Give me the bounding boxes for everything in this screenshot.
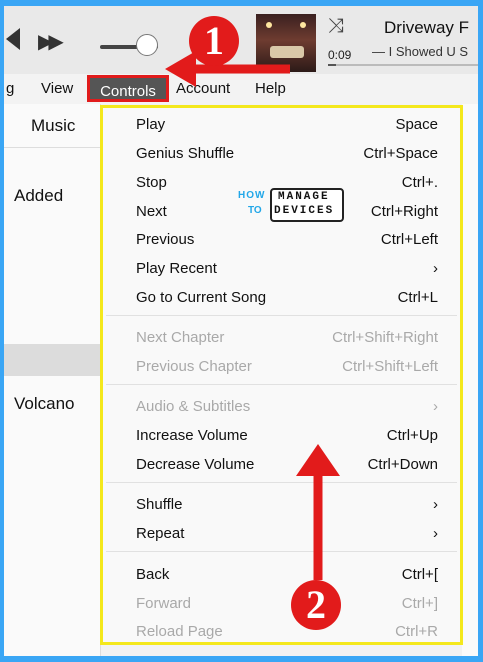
submenu-chevron-icon: › (433, 525, 438, 542)
menu-item-shortcut: Ctrl+Left (380, 231, 438, 248)
menu-item-shuffle[interactable]: Shuffle › (136, 491, 438, 519)
menu-item-increase-volume[interactable]: Increase Volume Ctrl+Up (136, 422, 438, 450)
menu-item-label: Reload Page (136, 623, 223, 640)
menu-item-label: Previous Chapter (136, 358, 252, 375)
fast-forward-icon[interactable]: ▶▶ (38, 32, 64, 52)
step-badge: 1 (189, 16, 239, 66)
menu-item-shortcut: Ctrl+[ (401, 566, 438, 583)
divider (4, 147, 100, 148)
menu-item-shortcut: Ctrl+Space (363, 145, 438, 162)
menu-item-label: Decrease Volume (136, 456, 255, 473)
menu-item-shortcut: Ctrl+Up (386, 427, 438, 444)
menu-item-label: Repeat (136, 525, 185, 542)
controls-dropdown-menu: Play Space Genius Shuffle Ctrl+Space Sto… (100, 105, 463, 645)
song-progress-bar[interactable] (328, 64, 478, 66)
album-art[interactable] (256, 14, 316, 72)
menu-separator (106, 315, 457, 316)
menu-item-audio-subtitles[interactable]: Audio & Subtitles › (136, 393, 438, 421)
menu-separator (106, 551, 457, 552)
menu-help[interactable]: Help (255, 80, 286, 97)
menu-item-genius-shuffle[interactable]: Genius Shuffle Ctrl+Space (136, 140, 438, 168)
menu-item-shortcut: Ctrl+. (401, 174, 438, 191)
library-item[interactable]: Volcano (14, 394, 75, 414)
menu-view[interactable]: View (41, 80, 73, 97)
menu-item-shortcut: Ctrl+Down (367, 456, 438, 473)
submenu-chevron-icon: › (433, 496, 438, 513)
menu-item-label: Genius Shuffle (136, 145, 235, 162)
how-to-manage-devices-logo: HOW TO MANAGE DEVICES (238, 188, 346, 224)
menu-item-previous-chapter[interactable]: Previous Chapter Ctrl+Shift+Left (136, 353, 438, 381)
menu-item-label: Next Chapter (136, 329, 225, 346)
menu-separator (106, 482, 457, 483)
menu-item-label: Go to Current Song (136, 289, 267, 306)
menu-account[interactable]: Account (176, 80, 230, 97)
menu-item-next-chapter[interactable]: Next Chapter Ctrl+Shift+Right (136, 324, 438, 352)
volume-knob[interactable] (136, 34, 158, 56)
library-item[interactable]: Added (14, 186, 63, 206)
menu-item-label: Previous (136, 231, 195, 248)
selected-row[interactable] (4, 344, 100, 376)
menu-item-label: Play (136, 116, 166, 133)
menu-item-play[interactable]: Play Space (136, 111, 438, 139)
content-area (462, 104, 478, 656)
menu-item-shortcut: Space (395, 116, 438, 133)
menu-item-go-to-current-song[interactable]: Go to Current Song Ctrl+L (136, 284, 438, 312)
song-progress-fill (328, 64, 336, 66)
submenu-chevron-icon: › (433, 260, 438, 277)
menu-item-shortcut: Ctrl+Shift+Right (332, 329, 438, 346)
menu-controls[interactable]: Controls (87, 75, 169, 102)
menu-item-label: Audio & Subtitles (136, 398, 251, 415)
menu-item-label: Back (136, 566, 170, 583)
shuffle-icon[interactable]: ⤨ (328, 16, 344, 36)
menu-bar: g View Controls Account Help (4, 74, 478, 104)
menu-item-reload-page[interactable]: Reload Page Ctrl+R (136, 618, 438, 646)
menu-item-back[interactable]: Back Ctrl+[ (136, 561, 438, 589)
menu-item-label: Stop (136, 174, 167, 191)
menu-item-play-recent[interactable]: Play Recent › (136, 255, 438, 283)
menu-item-label: Shuffle (136, 496, 183, 513)
menu-item-shortcut: Ctrl+R (395, 623, 438, 640)
elapsed-time: 0:09 (328, 48, 352, 62)
menu-item-shortcut: Ctrl+Right (370, 203, 438, 220)
menu-item-shortcut: Ctrl+Shift+Left (342, 358, 438, 375)
step-badge: 2 (291, 580, 341, 630)
menu-item-shortcut: Ctrl+] (401, 595, 438, 612)
player-bar: ▶▶ ⤨ 0:09 Driveway F — I Showed U S (4, 6, 478, 75)
menu-item-label: Play Recent (136, 260, 217, 277)
menu-item-forward[interactable]: Forward Ctrl+] (136, 590, 438, 618)
menu-item-decrease-volume[interactable]: Decrease Volume Ctrl+Down (136, 451, 438, 479)
tab-music[interactable]: Music (31, 116, 75, 136)
menu-item-repeat[interactable]: Repeat › (136, 520, 438, 548)
menu-song[interactable]: g (6, 80, 14, 97)
menu-separator (106, 384, 457, 385)
song-artist: — I Showed U S (372, 44, 469, 59)
menu-item-label: Next (136, 203, 167, 220)
submenu-chevron-icon: › (433, 398, 438, 415)
previous-track-icon[interactable] (6, 28, 20, 50)
library-sidebar: Music Added Volcano (4, 104, 101, 656)
song-title: Driveway F (384, 18, 470, 37)
menu-item-shortcut: Ctrl+L (397, 289, 438, 306)
menu-item-label: Increase Volume (136, 427, 248, 444)
menu-item-previous[interactable]: Previous Ctrl+Left (136, 226, 438, 254)
menu-item-label: Forward (136, 595, 192, 612)
